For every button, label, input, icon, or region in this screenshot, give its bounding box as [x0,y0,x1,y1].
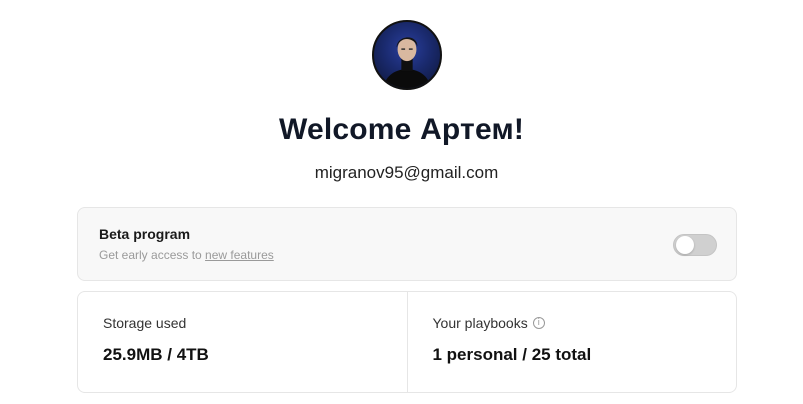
beta-program-subtitle: Get early access to new features [99,248,274,262]
new-features-link[interactable]: new features [205,248,274,262]
profile-page: Welcome Артем! migranov95@gmail.com Beta… [0,0,803,404]
toggle-knob [676,236,694,254]
playbooks-value: 1 personal / 25 total [432,345,592,364]
beta-program-card: Beta program Get early access to new fea… [77,207,737,281]
usage-stats-card: Storage used 25.9MB / 4TB Your playbooks… [77,291,737,393]
avatar-photo [383,37,431,88]
playbooks-stat: Your playbooks i 1 personal / 25 total [406,292,737,392]
avatar[interactable] [372,20,442,90]
beta-subtitle-text: Get early access to [99,248,206,262]
beta-program-title: Beta program [99,226,191,242]
storage-stat: Storage used 25.9MB / 4TB [78,292,407,392]
welcome-heading: Welcome Артем! [278,113,525,146]
storage-label: Storage used [103,315,186,331]
playbooks-label: Your playbooks i [433,315,545,331]
user-email: migranov95@gmail.com [314,163,499,182]
storage-label-text: Storage used [103,315,187,331]
playbooks-label-text: Your playbooks [432,315,528,331]
storage-value: 25.9MB / 4TB [103,345,209,364]
info-icon[interactable]: i [532,317,545,329]
beta-program-toggle[interactable] [673,234,717,256]
